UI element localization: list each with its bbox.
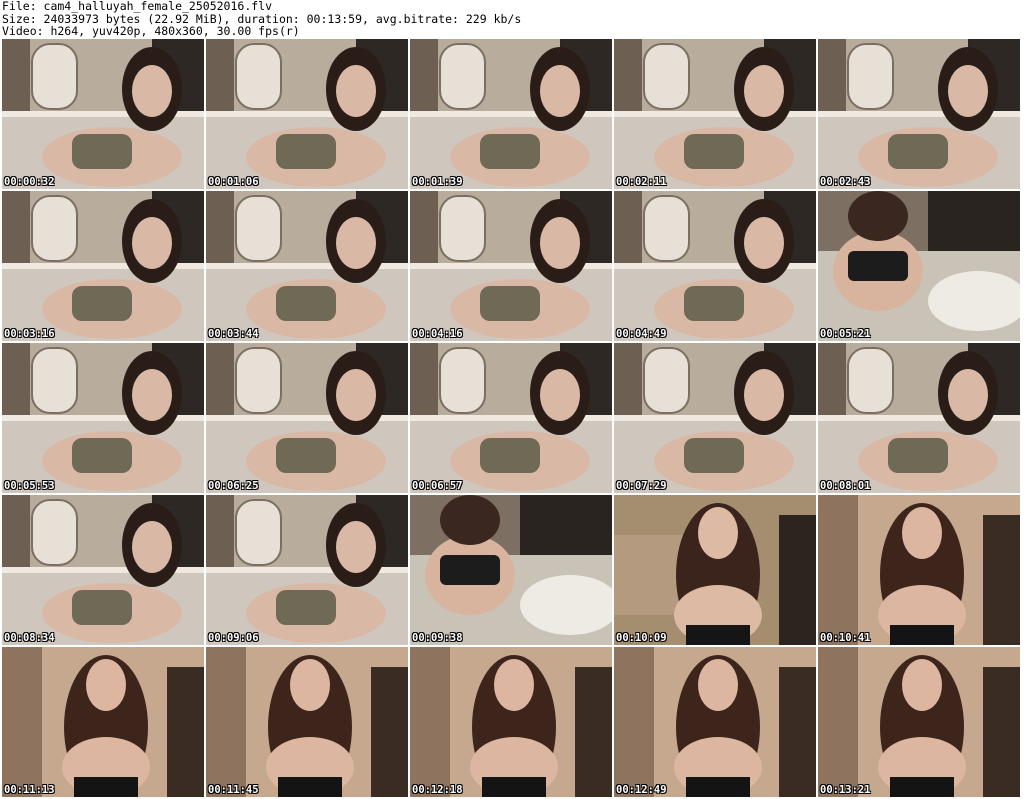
- video-thumbnail: 00:08:01: [818, 343, 1020, 493]
- thumbnail-timestamp: 00:13:21: [820, 784, 871, 796]
- frame-image: [410, 495, 612, 645]
- thumbnail-timestamp: 00:11:13: [4, 784, 55, 796]
- video-thumbnail: 00:02:43: [818, 39, 1020, 189]
- frame-image: [206, 495, 408, 645]
- video-info-line: Video: h264, yuv420p, 480x360, 30.00 fps…: [2, 24, 300, 39]
- frame-image: [2, 495, 204, 645]
- thumbnail-timestamp: 00:10:09: [616, 632, 667, 644]
- thumbnail-timestamp: 00:00:32: [4, 176, 55, 188]
- video-thumbnail: 00:07:29: [614, 343, 816, 493]
- video-thumbnail: 00:09:06: [206, 495, 408, 645]
- video-thumbnail: 00:05:53: [2, 343, 204, 493]
- frame-image: [206, 191, 408, 341]
- video-thumbnail: 00:03:16: [2, 191, 204, 341]
- thumbnail-timestamp: 00:01:39: [412, 176, 463, 188]
- thumbnail-timestamp: 00:04:16: [412, 328, 463, 340]
- frame-image: [614, 343, 816, 493]
- video-thumbnail: 00:06:25: [206, 343, 408, 493]
- thumbnail-timestamp: 00:09:06: [208, 632, 259, 644]
- file-name-line: File: cam4_halluyah_female_25052016.flv: [2, 0, 273, 13]
- thumbnail-timestamp: 00:01:06: [208, 176, 259, 188]
- thumbnail-timestamp: 00:10:41: [820, 632, 871, 644]
- frame-image: [2, 343, 204, 493]
- thumbnail-grid: 00:00:32 00:01:06 00:01:39 00:02:11 00:0…: [2, 39, 1024, 799]
- thumbnail-timestamp: 00:05:53: [4, 480, 55, 492]
- thumbnail-timestamp: 00:08:34: [4, 632, 55, 644]
- frame-image: [2, 191, 204, 341]
- video-thumbnail: 00:02:11: [614, 39, 816, 189]
- frame-image: [818, 39, 1020, 189]
- frame-image: [818, 495, 1020, 645]
- video-thumbnail: 00:06:57: [410, 343, 612, 493]
- frame-image: [614, 191, 816, 341]
- video-thumbnail: 00:00:32: [2, 39, 204, 189]
- frame-image: [410, 343, 612, 493]
- frame-image: [410, 647, 612, 797]
- video-thumbnail: 00:12:49: [614, 647, 816, 797]
- video-thumbnail: 00:09:38: [410, 495, 612, 645]
- thumbnail-timestamp: 00:07:29: [616, 480, 667, 492]
- video-thumbnail: 00:12:18: [410, 647, 612, 797]
- video-thumbnail: 00:10:09: [614, 495, 816, 645]
- thumbnail-timestamp: 00:06:57: [412, 480, 463, 492]
- frame-image: [818, 191, 1020, 341]
- thumbnail-timestamp: 00:11:45: [208, 784, 259, 796]
- thumbnail-timestamp: 00:12:18: [412, 784, 463, 796]
- video-thumbnail: 00:10:41: [818, 495, 1020, 645]
- video-thumbnail: 00:03:44: [206, 191, 408, 341]
- thumbnail-timestamp: 00:12:49: [616, 784, 667, 796]
- thumbnail-timestamp: 00:09:38: [412, 632, 463, 644]
- video-thumbnail: 00:01:39: [410, 39, 612, 189]
- thumbnail-timestamp: 00:03:16: [4, 328, 55, 340]
- frame-image: [410, 39, 612, 189]
- video-thumbnail: 00:04:16: [410, 191, 612, 341]
- frame-image: [614, 647, 816, 797]
- frame-image: [2, 39, 204, 189]
- thumbnail-timestamp: 00:06:25: [208, 480, 259, 492]
- video-thumbnail: 00:11:45: [206, 647, 408, 797]
- thumbnail-timestamp: 00:08:01: [820, 480, 871, 492]
- frame-image: [2, 647, 204, 797]
- frame-image: [818, 343, 1020, 493]
- thumbnail-timestamp: 00:03:44: [208, 328, 259, 340]
- thumbnail-timestamp: 00:02:43: [820, 176, 871, 188]
- frame-image: [206, 343, 408, 493]
- frame-image: [206, 647, 408, 797]
- frame-image: [410, 191, 612, 341]
- video-thumbnail: 00:05:21: [818, 191, 1020, 341]
- file-info-header: File: cam4_halluyah_female_25052016.flv …: [2, 0, 1022, 38]
- frame-image: [614, 39, 816, 189]
- video-thumbnail: 00:01:06: [206, 39, 408, 189]
- frame-image: [614, 495, 816, 645]
- video-thumbnail: 00:11:13: [2, 647, 204, 797]
- frame-image: [206, 39, 408, 189]
- thumbnail-timestamp: 00:02:11: [616, 176, 667, 188]
- thumbnail-timestamp: 00:04:49: [616, 328, 667, 340]
- video-thumbnail: 00:08:34: [2, 495, 204, 645]
- frame-image: [818, 647, 1020, 797]
- video-thumbnail: 00:13:21: [818, 647, 1020, 797]
- thumbnail-timestamp: 00:05:21: [820, 328, 871, 340]
- video-thumbnail: 00:04:49: [614, 191, 816, 341]
